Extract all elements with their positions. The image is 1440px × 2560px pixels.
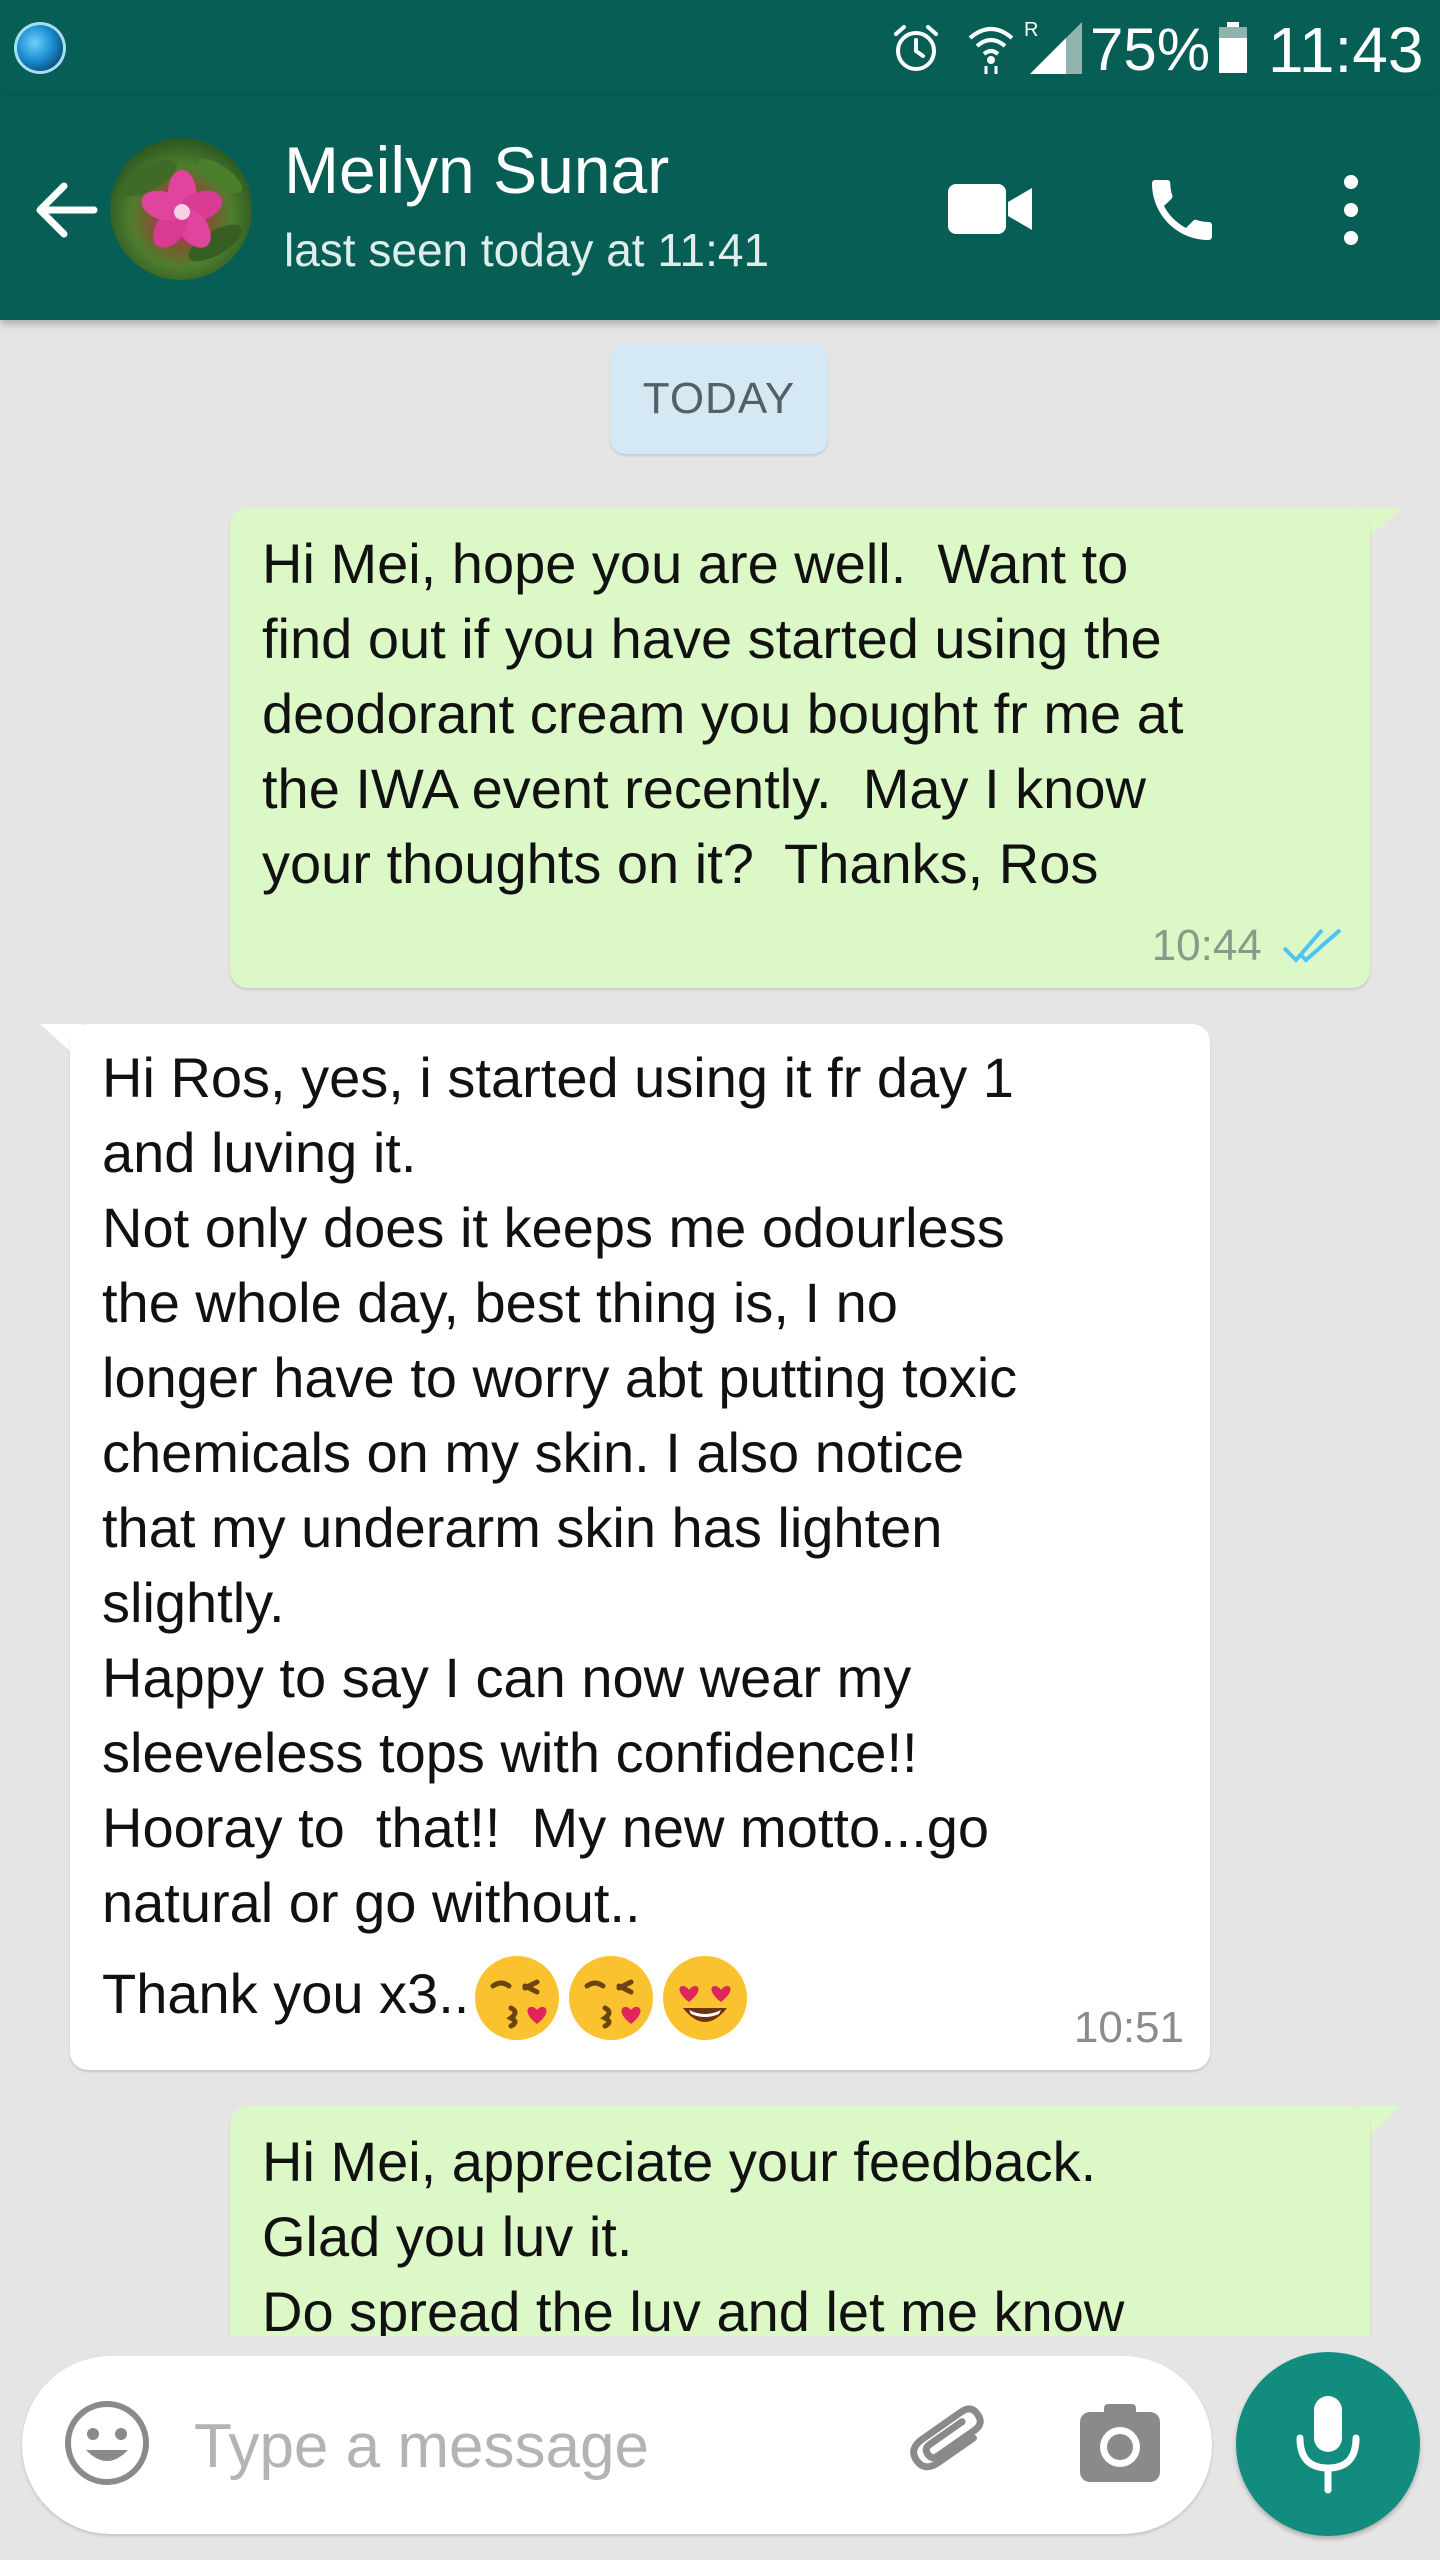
message-time: 10:51 [1073,2003,1184,2052]
face-blowing-kiss-icon [569,1956,654,2041]
svg-text:R: R [1024,19,1038,41]
voice-message-button[interactable] [1236,2352,1420,2536]
date-separator: TODAY [610,344,828,454]
flower-photo-icon [123,158,243,262]
message-composer [22,2356,1212,2534]
back-arrow-icon[interactable] [30,174,102,246]
message-meta: 10:44 [1152,918,1344,974]
battery-percent: 75% [1090,16,1211,83]
message-text: Hi Ros, yes, i started using it fr day 1… [102,1046,1018,1934]
contact-name[interactable]: Meilyn Sunar [284,130,669,210]
mic-icon [1296,2396,1360,2494]
alarm-icon [894,25,938,71]
message-text: Hi Mei, hope you are well. Want to find … [262,532,1184,895]
status-clock: 11:43 [1268,14,1424,86]
smiling-face-with-heart-eyes-icon [663,1956,748,2041]
face-blowing-kiss-icon [475,1956,560,2041]
avatar[interactable] [110,138,252,280]
video-call-icon[interactable] [948,182,1034,236]
battery-icon [1219,22,1247,73]
message-text: Hi Mei, appreciate your feedback. Glad y… [262,2130,1125,2343]
message-time: 10:44 [1151,921,1262,970]
camera-icon[interactable] [1078,2402,1162,2486]
read-receipt-icon [1282,928,1342,963]
more-vert-icon[interactable] [1326,170,1376,250]
attach-icon[interactable] [902,2396,998,2492]
emoji-icon[interactable] [62,2398,152,2488]
message-bubble-incoming[interactable]: Hi Ros, yes, i started using it fr day 1… [70,1024,1210,2070]
wifi-icon [968,27,1014,74]
signal-icon: R [1024,19,1082,74]
message-text-tail: Thank you x3.. [102,1962,470,2025]
app-notification-icon [14,22,66,74]
status-bar: R 75% 11:43 [0,0,1440,96]
message-input[interactable] [192,2400,876,2492]
phone-icon[interactable] [1142,170,1222,250]
message-bubble-outgoing[interactable]: Hi Mei, hope you are well. Want to find … [230,508,1370,988]
message-last-line: Thank you x3.. [102,1944,751,2044]
chat-header: Meilyn Sunar last seen today at 11:41 [0,96,1440,320]
last-seen-status: last seen today at 11:41 [284,224,770,276]
